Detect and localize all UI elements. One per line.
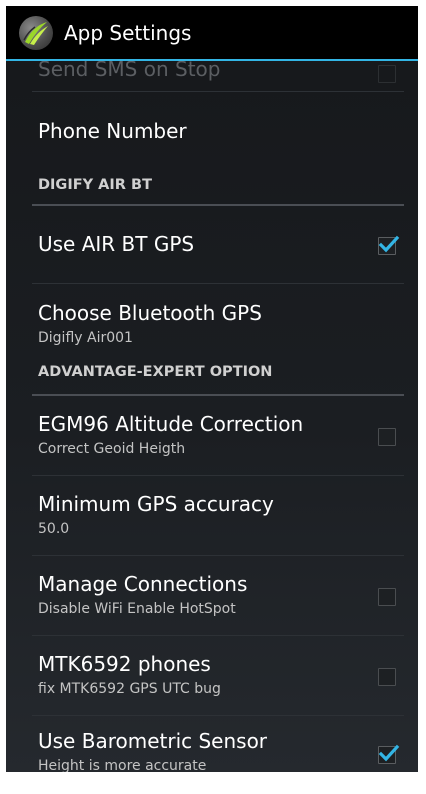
pref-summary: Disable WiFi Enable HotSpot bbox=[38, 601, 236, 617]
category-label: ADVANTAGE-EXPERT OPTION bbox=[38, 364, 273, 380]
preference-list: Send SMS on Stop Phone Number DIGIFY AIR… bbox=[6, 57, 418, 772]
check-mark-icon bbox=[378, 235, 400, 253]
pref-egm96-altitude-correction[interactable]: EGM96 Altitude Correction Correct Geoid … bbox=[6, 396, 418, 475]
pref-summary: Digifly Air001 bbox=[38, 330, 133, 346]
pref-title: Minimum GPS accuracy bbox=[38, 492, 274, 516]
pref-manage-connections[interactable]: Manage Connections Disable WiFi Enable H… bbox=[6, 556, 418, 635]
app-title: App Settings bbox=[64, 20, 192, 45]
pref-title: Manage Connections bbox=[38, 572, 248, 596]
pref-summary: Height is more accurate bbox=[38, 758, 207, 772]
pref-summary: Correct Geoid Heigth bbox=[38, 441, 186, 457]
pref-title: Choose Bluetooth GPS bbox=[38, 301, 262, 325]
pref-mtk6592-phones[interactable]: MTK6592 phones fix MTK6592 GPS UTC bug bbox=[6, 636, 418, 715]
app-logo-icon[interactable] bbox=[19, 15, 53, 50]
pref-title: EGM96 Altitude Correction bbox=[38, 412, 304, 436]
category-label: DIGIFY AIR BT bbox=[38, 177, 152, 193]
category-advantage-expert-option: ADVANTAGE-EXPERT OPTION bbox=[6, 364, 418, 394]
send-sms-checkbox[interactable] bbox=[378, 65, 396, 83]
settings-screen: App Settings Send SMS on Stop Phone Numb… bbox=[6, 6, 418, 772]
pref-choose-bluetooth-gps[interactable]: Choose Bluetooth GPS Digifly Air001 bbox=[6, 284, 418, 364]
use-air-bt-gps-checkbox[interactable] bbox=[378, 235, 400, 255]
barometric-checkbox[interactable] bbox=[378, 744, 400, 764]
pref-title: MTK6592 phones bbox=[38, 652, 211, 676]
action-bar: App Settings bbox=[6, 6, 418, 61]
pref-title: Phone Number bbox=[38, 119, 187, 143]
pref-use-barometric-sensor[interactable]: Use Barometric Sensor Height is more acc… bbox=[6, 716, 418, 772]
manage-connections-checkbox[interactable] bbox=[378, 588, 396, 606]
check-mark-icon bbox=[378, 744, 400, 762]
category-digify-air-bt: DIGIFY AIR BT bbox=[6, 171, 418, 204]
pref-use-air-bt-gps[interactable]: Use AIR BT GPS bbox=[6, 206, 418, 283]
mtk6592-checkbox[interactable] bbox=[378, 668, 396, 686]
pref-summary: fix MTK6592 GPS UTC bug bbox=[38, 681, 221, 697]
pref-summary: 50.0 bbox=[38, 521, 70, 537]
pref-title: Use AIR BT GPS bbox=[38, 232, 195, 256]
pref-title: Use Barometric Sensor bbox=[38, 729, 268, 753]
pref-phone-number[interactable]: Phone Number bbox=[6, 92, 418, 171]
pref-minimum-gps-accuracy[interactable]: Minimum GPS accuracy 50.0 bbox=[6, 476, 418, 555]
egm96-checkbox[interactable] bbox=[378, 428, 396, 446]
